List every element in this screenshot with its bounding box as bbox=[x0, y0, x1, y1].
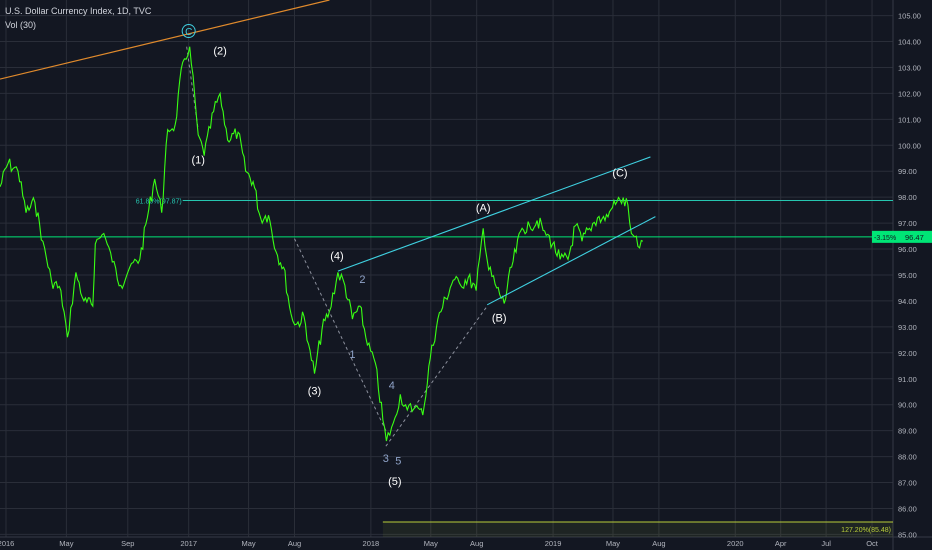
wave-label-minor: 4 bbox=[389, 380, 395, 392]
price-axis-tick-label: 89.00 bbox=[898, 427, 917, 436]
price-axis-tick-label: 97.00 bbox=[898, 219, 917, 228]
price-axis-tick-label: 98.00 bbox=[898, 193, 917, 202]
chart-title: U.S. Dollar Currency Index, 1D, TVC bbox=[5, 6, 152, 16]
price-axis-tick-label: 86.00 bbox=[898, 504, 917, 513]
current-price-tag: -3.15% 96.47 bbox=[872, 230, 932, 243]
wave-label-major: (A) bbox=[476, 202, 491, 214]
price-axis-tick-label: 85.00 bbox=[898, 530, 917, 539]
time-axis-tick-label: May bbox=[59, 539, 73, 548]
time-axis-tick-label: Apr bbox=[775, 539, 787, 548]
price-axis-tick-label: 102.00 bbox=[898, 89, 921, 98]
time-axis-tick-label: Aug bbox=[288, 539, 301, 548]
wave-label-minor: 1 bbox=[349, 349, 355, 361]
wave-label-major: (1) bbox=[191, 154, 204, 166]
price-axis-tick-label: 88.00 bbox=[898, 453, 917, 462]
price-axis-tick-label: 87.00 bbox=[898, 479, 917, 488]
current-price-value: 96.47 bbox=[905, 233, 924, 242]
wave-label-major: (C) bbox=[612, 167, 627, 179]
volume-indicator-label: Vol (30) bbox=[5, 20, 37, 30]
price-axis-tick-label: 94.00 bbox=[898, 297, 917, 306]
wave-label-major: (5) bbox=[388, 476, 401, 488]
wave-label-major: (2) bbox=[213, 45, 226, 57]
price-axis-tick-label: 103.00 bbox=[898, 63, 921, 72]
time-axis-tick-label: May bbox=[606, 539, 620, 548]
wave-label-major: (4) bbox=[330, 250, 343, 262]
wave-label-minor: 2 bbox=[359, 274, 365, 286]
price-chart[interactable]: 105.00 104.00 103.00 102.00 101.00 100.00 99.0… bbox=[0, 0, 932, 550]
price-axis-tick-label: 104.00 bbox=[898, 38, 921, 47]
fib-extension-zone bbox=[382, 521, 893, 537]
wave-label-minor: 3 bbox=[383, 453, 389, 465]
time-axis-tick-label: Aug bbox=[652, 539, 665, 548]
price-axis-tick-label: 101.00 bbox=[898, 115, 921, 124]
price-axis-tick-label: 96.00 bbox=[898, 245, 917, 254]
price-axis-tick-label: 100.00 bbox=[898, 141, 921, 150]
price-axis-tick-label: 92.00 bbox=[898, 349, 917, 358]
wave-label-circled: C bbox=[185, 27, 192, 38]
time-axis-tick-label: 2017 bbox=[180, 539, 197, 548]
time-axis-tick-label: Aug bbox=[470, 539, 483, 548]
current-price-change: -3.15% bbox=[874, 235, 896, 242]
time-axis-tick-label: 2016 bbox=[0, 539, 14, 548]
time-axis-tick-label: May bbox=[241, 539, 255, 548]
wave-label-minor: 5 bbox=[395, 455, 401, 467]
price-axis-tick-label: 93.00 bbox=[898, 323, 917, 332]
fib-extension-label: 127.20%(85.48) bbox=[841, 527, 891, 534]
time-axis-tick-label: Oct bbox=[866, 539, 879, 548]
price-axis-tick-label: 95.00 bbox=[898, 271, 917, 280]
wave-label-major: (B) bbox=[492, 313, 507, 325]
time-axis-tick-label: May bbox=[424, 539, 438, 548]
time-axis-tick-label: Sep bbox=[121, 539, 134, 548]
price-axis-tick-label: 91.00 bbox=[898, 375, 917, 384]
fib-level-label: 61.80%(97.87) bbox=[136, 199, 182, 206]
time-axis-tick-label: 2020 bbox=[727, 539, 744, 548]
time-axis-tick-label: 2018 bbox=[363, 539, 380, 548]
price-axis-tick-label: 105.00 bbox=[898, 12, 921, 21]
time-axis-tick-label: 2019 bbox=[545, 539, 562, 548]
time-axis-tick-label: Jul bbox=[821, 539, 831, 548]
wave-label-major: (3) bbox=[308, 385, 321, 397]
price-axis-tick-label: 99.00 bbox=[898, 167, 917, 176]
price-axis-tick-label: 90.00 bbox=[898, 401, 917, 410]
